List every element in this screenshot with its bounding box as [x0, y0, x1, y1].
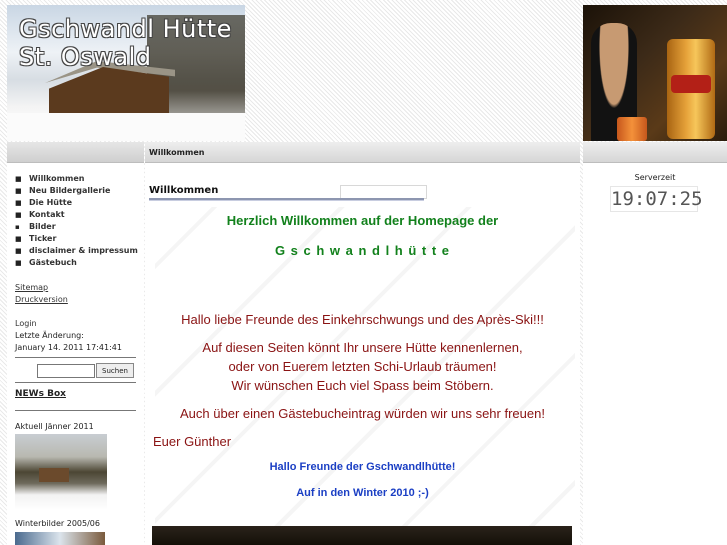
- header-photo-beer: [583, 5, 727, 141]
- nav-label: disclaimer & impressum: [29, 246, 138, 255]
- page-title: Willkommen: [149, 185, 219, 196]
- news-box-title[interactable]: NEWs Box: [15, 389, 66, 399]
- sidebar-divider: [15, 382, 136, 383]
- nav-label: Kontakt: [29, 210, 65, 219]
- right-sidebar: Serverzeit 19:07:25: [583, 142, 727, 545]
- intro-paragraph-5: Auch über einen Gästebucheintrag würden …: [180, 406, 545, 421]
- nav-label: Willkommen: [29, 174, 85, 183]
- left-sidebar: ■ Willkommen ■ Neu Bildergallerie ■ Die Hüt…: [7, 142, 144, 545]
- news-photo-winter-2011[interactable]: [15, 434, 107, 510]
- sitemap-link[interactable]: Sitemap: [15, 283, 48, 292]
- main-navigation: ■ Willkommen ■ Neu Bildergallerie ■ Die Hüt…: [15, 173, 138, 269]
- welcome-line-2: G s c h w a n d l h ü t t e: [274, 243, 451, 258]
- beer-mug-label: [671, 75, 711, 93]
- signature: Euer Günther: [153, 434, 232, 449]
- nav-label: Bilder: [29, 222, 56, 231]
- nav-label: Gästebuch: [29, 258, 77, 267]
- site-title-line2: St. Oswald: [19, 43, 152, 71]
- heading-decoration: [340, 185, 427, 199]
- nav-item-bilder[interactable]: ▪ Bilder: [15, 221, 138, 233]
- bullet-icon: ■: [15, 259, 22, 267]
- photo-house: [39, 468, 69, 482]
- site-title-line1: Gschwandl Hütte: [19, 15, 232, 43]
- intro-paragraph-1: Hallo liebe Freunde des Einkehrschwungs …: [181, 312, 544, 327]
- intro-paragraph-2: Auf diesen Seiten könnt Ihr unsere Hütte…: [202, 340, 523, 355]
- nav-item-ticker[interactable]: ■ Ticker: [15, 233, 138, 245]
- bullet-icon: ■: [15, 175, 22, 183]
- nav-item-willkommen[interactable]: ■ Willkommen: [15, 173, 138, 185]
- bullet-icon: ▪: [15, 223, 20, 231]
- sidebar-top-bar: [7, 142, 144, 163]
- winter-greeting-2: Auf in den Winter 2010 ;-): [296, 487, 429, 499]
- intro-paragraph-3: oder von Euerem letzten Schi-Urlaub träu…: [228, 359, 497, 374]
- glass-image: [617, 117, 647, 141]
- nav-item-die-huette[interactable]: ■ Die Hütte: [15, 197, 138, 209]
- nav-label: Neu Bildergallerie: [29, 186, 111, 195]
- breadcrumb: Willkommen: [149, 148, 205, 157]
- nav-item-gaestebuch[interactable]: ■ Gästebuch: [15, 257, 138, 269]
- site-title: Gschwandl Hütte St. Oswald: [19, 15, 232, 71]
- server-clock: 19:07:25: [610, 186, 703, 212]
- search-input[interactable]: [37, 364, 95, 378]
- search-button[interactable]: Suchen: [96, 363, 134, 378]
- nav-label: Die Hütte: [29, 198, 73, 207]
- heading-underline-light: [149, 200, 424, 201]
- nav-item-kontakt[interactable]: ■ Kontakt: [15, 209, 138, 221]
- bullet-icon: ■: [15, 211, 22, 219]
- bullet-icon: ■: [15, 199, 22, 207]
- sidebar-divider: [15, 410, 136, 411]
- nav-item-bildergallerie[interactable]: ■ Neu Bildergallerie: [15, 185, 138, 197]
- news-item-title: Winterbilder 2005/06: [15, 519, 100, 528]
- content-photo-strip: [152, 526, 572, 545]
- bullet-icon: ■: [15, 187, 22, 195]
- main-content: Willkommen Willkommen Herzlich Willkomme…: [145, 142, 580, 545]
- news-photo-winter-2005[interactable]: [15, 532, 105, 545]
- sidebar-divider: [15, 357, 136, 358]
- snow-image: [7, 113, 245, 141]
- server-time-label: Serverzeit: [634, 173, 676, 182]
- last-change-date: January 14. 2011 17:41:41: [15, 343, 122, 352]
- header-banner: Gschwandl Hütte St. Oswald: [7, 5, 245, 141]
- bullet-icon: ■: [15, 247, 22, 255]
- welcome-line-1: Herzlich Willkommen auf der Homepage der: [226, 213, 499, 228]
- bullet-icon: ■: [15, 235, 22, 243]
- winter-greeting-1: Hallo Freunde der Gschwandlhütte!: [269, 461, 456, 473]
- intro-paragraph-4: Wir wünschen Euch viel Spass beim Stöber…: [231, 378, 494, 393]
- last-change-label: Letzte Änderung:: [15, 331, 84, 340]
- news-item-title: Aktuell Jänner 2011: [15, 422, 94, 431]
- main-title-bar: Willkommen: [145, 142, 580, 163]
- nav-item-disclaimer[interactable]: ■ disclaimer & impressum: [15, 245, 138, 257]
- right-title-bar: [583, 142, 727, 163]
- print-version-link[interactable]: Druckversion: [15, 295, 68, 304]
- nav-label: Ticker: [29, 234, 57, 243]
- login-link[interactable]: Login: [15, 319, 37, 328]
